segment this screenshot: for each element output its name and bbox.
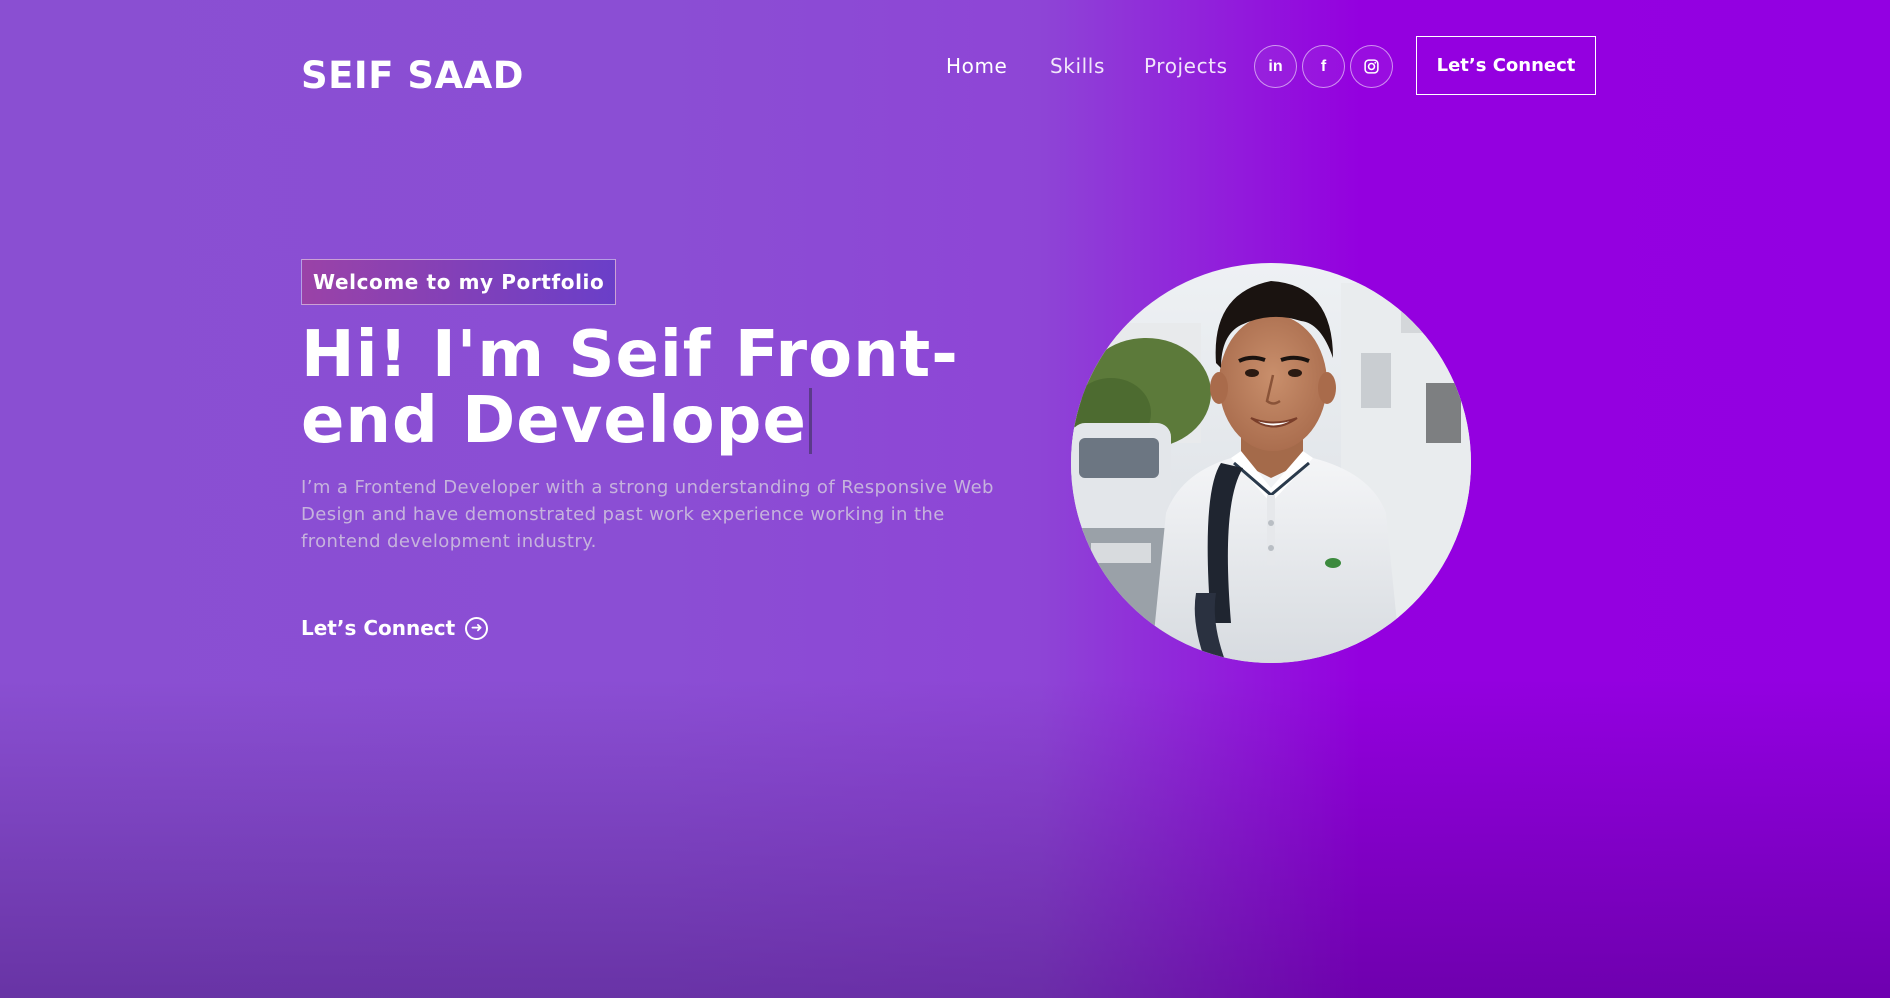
instagram-glyph <box>1364 59 1379 74</box>
lets-connect-button[interactable]: Let’s Connect <box>1416 36 1596 95</box>
linkedin-glyph: in <box>1268 57 1283 75</box>
nav-link-skills[interactable]: Skills <box>1050 54 1105 78</box>
hero-headline: Hi! I'm Seif Front-end Develope <box>301 322 1061 454</box>
hero-intro-text: I’m a Frontend Developer with a strong u… <box>301 477 994 552</box>
linkedin-icon[interactable]: in <box>1254 45 1297 88</box>
arrow-right-circle-icon: ➜ <box>465 616 489 640</box>
profile-photo <box>1071 263 1471 663</box>
nav-link-projects[interactable]: Projects <box>1144 54 1228 78</box>
typing-cursor <box>808 388 812 454</box>
headline-text: Hi! I'm Seif Front-end Develope <box>301 318 959 458</box>
profile-photo-illustration <box>1071 263 1471 663</box>
welcome-tag: Welcome to my Portfolio <box>301 259 617 305</box>
hero-connect-link[interactable]: Let’s Connect ➜ <box>301 616 489 640</box>
nav-link-home[interactable]: Home <box>946 54 1007 78</box>
facebook-icon[interactable]: f <box>1302 45 1345 88</box>
facebook-glyph: f <box>1320 57 1327 75</box>
hero-connect-label: Let’s Connect <box>301 616 456 640</box>
instagram-icon[interactable] <box>1350 45 1393 88</box>
site-logo[interactable]: SEIF SAAD <box>301 54 524 97</box>
navbar: SEIF SAAD Home Skills Projects in f Let’… <box>0 0 1890 135</box>
